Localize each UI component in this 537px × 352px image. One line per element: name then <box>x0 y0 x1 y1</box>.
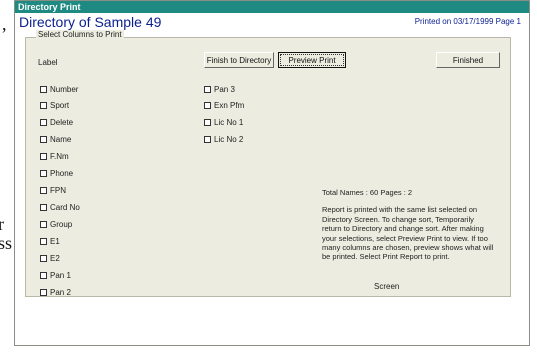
checkbox-sport[interactable]: Sport <box>40 101 69 110</box>
checkbox-fpn[interactable]: FPN <box>40 186 66 195</box>
checkbox-label: Group <box>50 220 73 229</box>
checkbox-box[interactable] <box>40 204 47 211</box>
document-text-comma: , <box>2 14 7 34</box>
totals-text: Total Names : 60 Pages : 2 <box>322 188 413 197</box>
screen-label: Screen <box>374 282 400 291</box>
finished-button[interactable]: Finished <box>436 52 500 68</box>
checkbox-label: Sport <box>50 101 70 110</box>
checkbox-lic-no-2[interactable]: Lic No 2 <box>204 135 243 144</box>
checkbox-pan-1[interactable]: Pan 1 <box>40 271 71 280</box>
checkbox-delete[interactable]: Delete <box>40 118 73 127</box>
finish-to-directory-button[interactable]: Finish to Directory <box>204 52 274 68</box>
checkbox-label: Number <box>50 85 79 94</box>
document-text-ss: ss <box>0 233 13 253</box>
checkbox-label: E1 <box>50 237 60 246</box>
checkbox-box[interactable] <box>204 102 211 109</box>
checkbox-label: Pan 1 <box>50 271 71 280</box>
checkbox-box[interactable] <box>40 170 47 177</box>
checkbox-label: Pan 3 <box>214 85 235 94</box>
checkbox-box[interactable] <box>40 289 47 296</box>
checkbox-label: Pan 2 <box>50 288 71 297</box>
checkbox-label: E2 <box>50 254 60 263</box>
checkbox-number[interactable]: Number <box>40 85 78 94</box>
document-text-r: r <box>0 214 4 234</box>
label-caption: Label <box>38 58 58 67</box>
checkbox-label: F.Nm <box>50 152 69 161</box>
checkbox-box[interactable] <box>204 136 211 143</box>
checkbox-label: Lic No 2 <box>214 135 244 144</box>
preview-print-button[interactable]: Preview Print <box>278 52 346 68</box>
checkbox-phone[interactable]: Phone <box>40 169 73 178</box>
checkbox-label: Phone <box>50 169 74 178</box>
directory-print-window: Directory Print Directory of Sample 49 P… <box>14 0 530 346</box>
page-title: Directory of Sample 49 <box>19 14 162 30</box>
checkbox-box[interactable] <box>40 102 47 109</box>
checkbox-box[interactable] <box>40 187 47 194</box>
checkbox-box[interactable] <box>40 255 47 262</box>
checkbox-fnm[interactable]: F.Nm <box>40 152 69 161</box>
checkbox-box[interactable] <box>204 86 211 93</box>
info-text: Total Names : 60 Pages : 2 Report is pri… <box>322 188 494 262</box>
checkbox-e1[interactable]: E1 <box>40 237 60 246</box>
checkbox-label: Lic No 1 <box>214 118 244 127</box>
checkbox-label: Exn Pfm <box>214 101 245 110</box>
checkbox-pan-3[interactable]: Pan 3 <box>204 85 235 94</box>
checkbox-name[interactable]: Name <box>40 135 71 144</box>
checkbox-e2[interactable]: E2 <box>40 254 60 263</box>
checkbox-box[interactable] <box>40 153 47 160</box>
checkbox-label: Name <box>50 135 72 144</box>
checkbox-group[interactable]: Group <box>40 220 72 229</box>
checkbox-card-no[interactable]: Card No <box>40 203 80 212</box>
window-title-bar[interactable]: Directory Print <box>15 1 529 13</box>
instructions-text: Report is printed with the same list sel… <box>322 205 494 262</box>
checkbox-box[interactable] <box>40 238 47 245</box>
checkbox-box[interactable] <box>40 221 47 228</box>
checkbox-label: FPN <box>50 186 66 195</box>
checkbox-exn-pfm[interactable]: Exn Pfm <box>204 101 244 110</box>
select-columns-legend: Select Columns to Print <box>36 30 124 39</box>
checkbox-box[interactable] <box>204 119 211 126</box>
checkbox-box[interactable] <box>40 272 47 279</box>
checkbox-pan-2[interactable]: Pan 2 <box>40 288 71 297</box>
checkbox-box[interactable] <box>40 136 47 143</box>
printed-on-text: Printed on 03/17/1999 Page 1 <box>414 17 521 26</box>
select-columns-panel: Select Columns to Print Label Finish to … <box>25 30 511 297</box>
checkbox-box[interactable] <box>40 86 47 93</box>
checkbox-label: Delete <box>50 118 74 127</box>
checkbox-label: Card No <box>50 203 80 212</box>
checkbox-box[interactable] <box>40 119 47 126</box>
checkbox-lic-no-1[interactable]: Lic No 1 <box>204 118 243 127</box>
